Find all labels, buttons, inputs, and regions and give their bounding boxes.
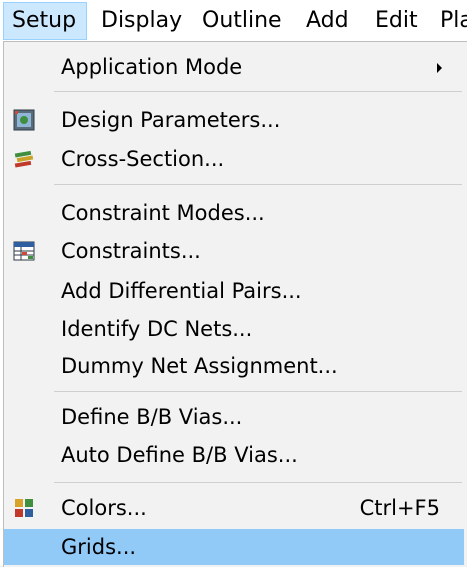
menu-item-label: Constraints... bbox=[61, 239, 201, 263]
menu-display[interactable]: Display bbox=[101, 2, 182, 40]
menu-item-constraint-modes[interactable]: Constraint Modes... bbox=[4, 195, 464, 231]
menu-item-label: Add Differential Pairs... bbox=[61, 279, 302, 303]
menu-item-label: Auto Define B/B Vias... bbox=[61, 443, 298, 467]
menu-add[interactable]: Add bbox=[306, 2, 349, 40]
menu-separator bbox=[54, 482, 462, 483]
menu-item-label: Cross-Section... bbox=[61, 147, 225, 171]
menu-item-dummy-net-assignment[interactable]: Dummy Net Assignment... bbox=[4, 348, 464, 384]
menu-item-cross-section[interactable]: Cross-Section... bbox=[4, 141, 464, 177]
menu-separator bbox=[54, 184, 462, 185]
submenu-arrow-icon bbox=[437, 63, 442, 73]
cross-section-icon bbox=[14, 150, 34, 168]
menu-item-auto-define-bb-vias[interactable]: Auto Define B/B Vias... bbox=[4, 437, 464, 473]
menu-outline[interactable]: Outline bbox=[202, 2, 282, 40]
menu-item-grids[interactable]: Grids... bbox=[4, 529, 464, 565]
menu-item-add-differential-pairs[interactable]: Add Differential Pairs... bbox=[4, 273, 464, 309]
menu-edit[interactable]: Edit bbox=[375, 2, 418, 40]
design-parameters-icon bbox=[13, 109, 35, 131]
menu-item-label: Application Mode bbox=[61, 55, 243, 79]
menu-item-label: Constraint Modes... bbox=[61, 201, 265, 225]
menu-item-application-mode[interactable]: Application Mode bbox=[4, 49, 464, 85]
menu-separator bbox=[54, 91, 462, 92]
menu-item-identify-dc-nets[interactable]: Identify DC Nets... bbox=[4, 311, 464, 347]
menu-item-colors[interactable]: Colors... Ctrl+F5 bbox=[4, 490, 464, 526]
menu-item-shortcut: Ctrl+F5 bbox=[359, 496, 440, 520]
menu-item-label: Design Parameters... bbox=[61, 108, 281, 132]
menu-item-constraints[interactable]: Constraints... bbox=[4, 233, 464, 269]
colors-icon bbox=[15, 499, 33, 517]
menu-item-label: Define B/B Vias... bbox=[61, 405, 243, 429]
menu-separator bbox=[54, 391, 462, 392]
setup-dropdown-menu: Application Mode Design Parameters... Cr… bbox=[3, 41, 467, 567]
menu-item-label: Colors... bbox=[61, 496, 147, 520]
menu-item-label: Identify DC Nets... bbox=[61, 317, 253, 341]
menu-place[interactable]: Pla bbox=[440, 2, 467, 40]
menu-item-label: Dummy Net Assignment... bbox=[61, 354, 338, 378]
menu-bar: Setup Display Outline Add Edit Pla bbox=[0, 0, 467, 43]
constraints-icon bbox=[13, 241, 35, 261]
menu-item-define-bb-vias[interactable]: Define B/B Vias... bbox=[4, 399, 464, 435]
menu-setup[interactable]: Setup bbox=[3, 2, 87, 40]
menu-item-label: Grids... bbox=[61, 535, 137, 559]
menu-item-design-parameters[interactable]: Design Parameters... bbox=[4, 102, 464, 138]
